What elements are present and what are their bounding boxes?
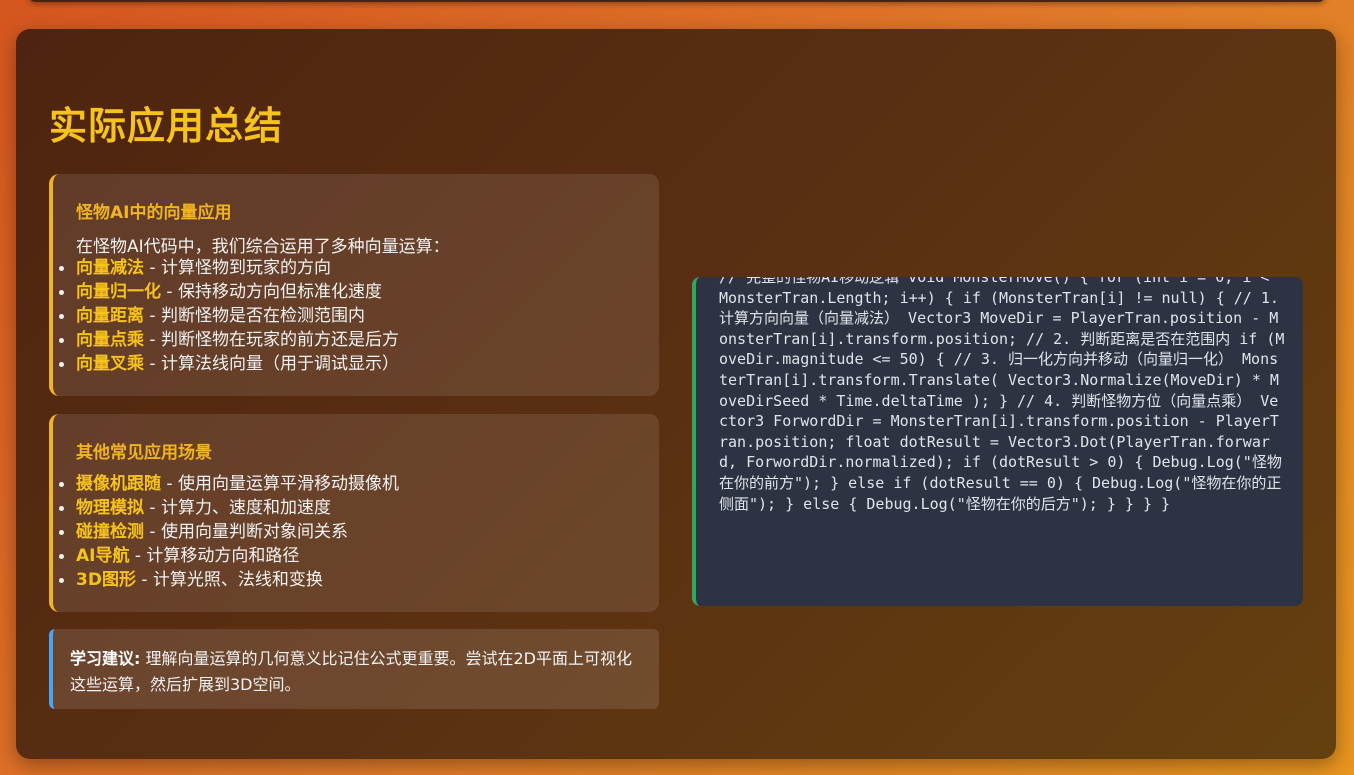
item-desc: - 使用向量运算平滑移动摄像机 bbox=[161, 474, 399, 494]
vector-ops-list: 向量减法 - 计算怪物到玩家的方向 向量归一化 - 保持移动方向但标准化速度 向… bbox=[53, 256, 399, 376]
scenarios-list: 摄像机跟随 - 使用向量运算平滑移动摄像机 物理模拟 - 计算力、速度和加速度 … bbox=[53, 472, 399, 592]
code-block[interactable]: // 完整的怪物AI移动逻辑 void MonsterMove() { for … bbox=[692, 277, 1303, 606]
list-item: 向量点乘 - 判断怪物在玩家的前方还是后方 bbox=[53, 328, 399, 352]
list-item: 向量减法 - 计算怪物到玩家的方向 bbox=[53, 256, 399, 280]
item-desc: - 计算法线向量（用于调试显示） bbox=[144, 354, 399, 374]
item-desc: - 计算移动方向和路径 bbox=[129, 546, 300, 566]
tip-text: 理解向量运算的几何意义比记住公式更重要。尝试在2D平面上可视化这些运算，然后扩展… bbox=[70, 649, 632, 694]
item-desc: - 判断怪物是否在检测范围内 bbox=[144, 306, 365, 326]
tip-label: 学习建议: bbox=[70, 649, 141, 668]
list-item: 物理模拟 - 计算力、速度和加速度 bbox=[53, 496, 399, 520]
card-intro: 在怪物AI代码中，我们综合运用了多种向量运算： bbox=[76, 237, 450, 257]
slide-panel: 实际应用总结 怪物AI中的向量应用 在怪物AI代码中，我们综合运用了多种向量运算… bbox=[16, 29, 1336, 759]
list-item: AI导航 - 计算移动方向和路径 bbox=[53, 544, 399, 568]
item-term: 向量点乘 bbox=[76, 330, 144, 350]
item-term: 碰撞检测 bbox=[76, 522, 144, 542]
list-item: 向量距离 - 判断怪物是否在检测范围内 bbox=[53, 304, 399, 328]
previous-slide-edge bbox=[28, 0, 1326, 2]
study-tip-box: 学习建议: 理解向量运算的几何意义比记住公式更重要。尝试在2D平面上可视化这些运… bbox=[49, 629, 659, 709]
item-term: 向量叉乘 bbox=[76, 354, 144, 374]
item-term: 向量归一化 bbox=[76, 282, 161, 302]
item-desc: - 使用向量判断对象间关系 bbox=[144, 522, 348, 542]
item-term: 向量距离 bbox=[76, 306, 144, 326]
list-item: 3D图形 - 计算光照、法线和变换 bbox=[53, 568, 399, 592]
item-desc: - 保持移动方向但标准化速度 bbox=[161, 282, 382, 302]
item-term: 向量减法 bbox=[76, 258, 144, 278]
list-item: 碰撞检测 - 使用向量判断对象间关系 bbox=[53, 520, 399, 544]
item-desc: - 计算力、速度和加速度 bbox=[144, 498, 331, 518]
item-desc: - 判断怪物在玩家的前方还是后方 bbox=[144, 330, 399, 350]
item-desc: - 计算怪物到玩家的方向 bbox=[144, 258, 331, 278]
item-term: 3D图形 bbox=[76, 570, 136, 590]
list-item: 摄像机跟随 - 使用向量运算平滑移动摄像机 bbox=[53, 472, 399, 496]
list-item: 向量归一化 - 保持移动方向但标准化速度 bbox=[53, 280, 399, 304]
vector-usage-card: 怪物AI中的向量应用 在怪物AI代码中，我们综合运用了多种向量运算： 向量减法 … bbox=[49, 174, 659, 396]
list-item: 向量叉乘 - 计算法线向量（用于调试显示） bbox=[53, 352, 399, 376]
card-heading: 其他常见应用场景 bbox=[76, 443, 212, 463]
item-term: AI导航 bbox=[76, 546, 130, 566]
code-text: // 完整的怪物AI移动逻辑 void MonsterMove() { for … bbox=[719, 277, 1288, 513]
other-scenarios-card: 其他常见应用场景 摄像机跟随 - 使用向量运算平滑移动摄像机 物理模拟 - 计算… bbox=[49, 414, 659, 612]
item-desc: - 计算光照、法线和变换 bbox=[135, 570, 323, 590]
page-title: 实际应用总结 bbox=[49, 104, 284, 148]
item-term: 摄像机跟随 bbox=[76, 474, 161, 494]
card-heading: 怪物AI中的向量应用 bbox=[76, 203, 232, 223]
item-term: 物理模拟 bbox=[76, 498, 144, 518]
